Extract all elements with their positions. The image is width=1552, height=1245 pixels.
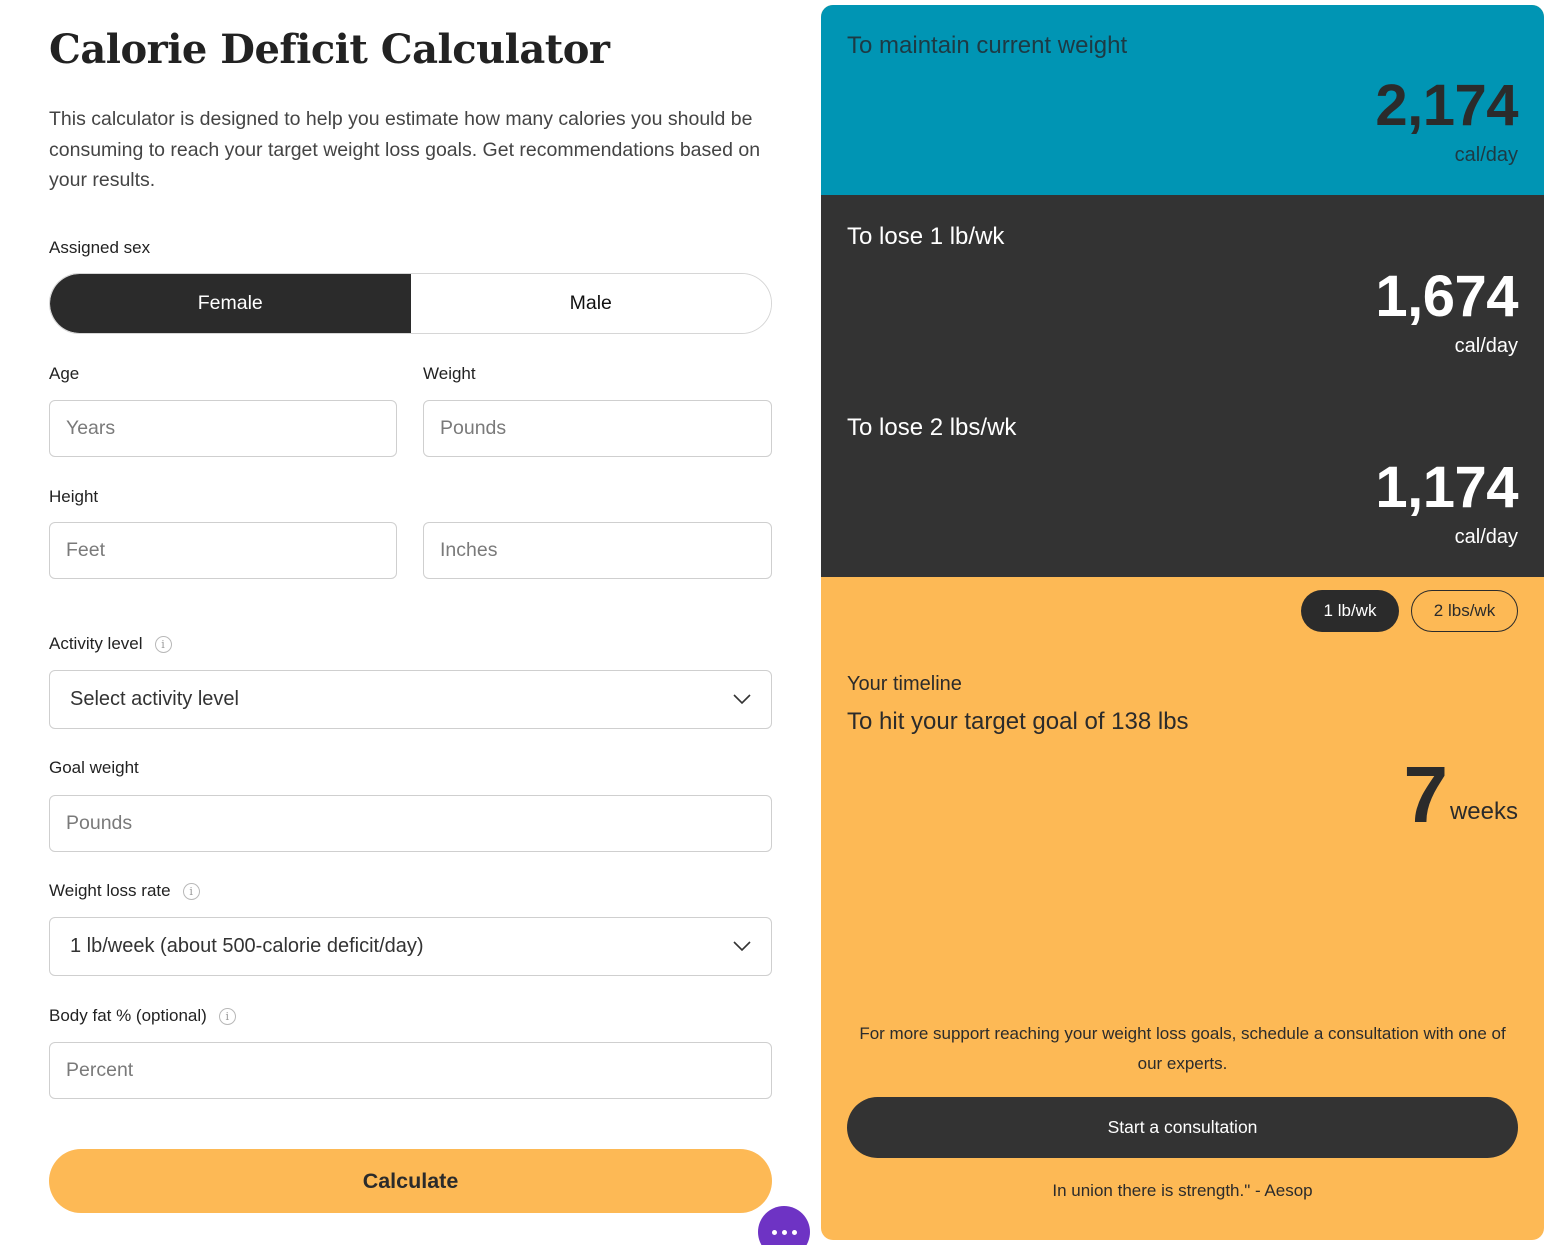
weight-label: Weight <box>423 364 476 384</box>
height-label: Height <box>49 487 98 507</box>
female-button[interactable]: Female <box>50 274 411 333</box>
goal-weight-input[interactable] <box>66 812 755 835</box>
intro-text: This calculator is designed to help you … <box>49 108 761 191</box>
maintain-panel: To maintain current weight 2,174 cal/day <box>821 5 1544 195</box>
weight-label-text: Weight <box>423 364 476 383</box>
goal-weight-label-text: Goal weight <box>49 758 139 777</box>
age-field[interactable] <box>49 400 397 457</box>
maintain-unit: cal/day <box>1454 144 1518 166</box>
rate-label-text: Weight loss rate <box>49 881 171 900</box>
dot <box>791 1229 797 1235</box>
goal-weight-label: Goal weight <box>49 758 139 778</box>
activity-select[interactable]: Select activity level <box>49 670 772 729</box>
height-feet-field[interactable] <box>49 522 397 579</box>
activity-select-value: Select activity level <box>70 688 239 710</box>
info-icon[interactable]: i <box>182 882 200 900</box>
age-label-text: Age <box>49 364 80 383</box>
lose-panel: To lose 1 lb/wk 1,674 cal/day To lose 2 … <box>821 195 1544 577</box>
dot <box>781 1229 787 1235</box>
calculate-button[interactable]: Calculate <box>49 1149 772 1213</box>
timeline-goal: To hit your target goal of 138 lbs <box>847 708 1189 735</box>
chevron-down-icon <box>733 694 751 705</box>
lose2-label: To lose 2 lbs/wk <box>847 414 1017 441</box>
weight-input[interactable] <box>440 417 755 440</box>
weeks-unit: weeks <box>1449 798 1518 825</box>
support-text: For more support reaching your weight lo… <box>859 1024 1506 1073</box>
rate-select-value: 1 lb/week (about 500-calorie deficit/day… <box>70 935 424 957</box>
height-feet-input[interactable] <box>66 539 380 562</box>
lose2-value: 1,174 <box>1375 455 1518 520</box>
dot <box>771 1229 777 1235</box>
rate-toggle-2lbs[interactable]: 2 lbs/wk <box>1411 590 1518 632</box>
body-fat-label: Body fat % (optional) i <box>49 1006 236 1026</box>
chevron-down-icon <box>733 941 751 952</box>
maintain-label: To maintain current weight <box>847 32 1128 59</box>
lose1-label: To lose 1 lb/wk <box>847 223 1005 250</box>
results-card: To maintain current weight 2,174 cal/day… <box>821 5 1544 1240</box>
info-icon[interactable]: i <box>218 1007 236 1025</box>
activity-label-text: Activity level <box>49 634 143 653</box>
page-title: Calorie Deficit Calculator <box>49 26 610 73</box>
rate-select[interactable]: 1 lb/week (about 500-calorie deficit/day… <box>49 917 772 976</box>
weight-field[interactable] <box>423 400 772 457</box>
sex-toggle: Female Male <box>49 273 772 334</box>
timeline-label: Your timeline <box>847 673 962 695</box>
info-icon[interactable]: i <box>154 635 172 653</box>
body-fat-field[interactable] <box>49 1042 772 1099</box>
sex-label: Assigned sex <box>49 238 150 258</box>
age-label: Age <box>49 364 79 384</box>
more-dots-icon[interactable] <box>758 1206 810 1245</box>
quote-text: In union there is strength." - Aesop <box>1052 1181 1313 1200</box>
goal-weight-field[interactable] <box>49 795 772 852</box>
rate-toggle-1lb[interactable]: 1 lb/wk <box>1301 590 1399 632</box>
height-label-text: Height <box>49 487 99 506</box>
lose1-value: 1,674 <box>1375 264 1518 329</box>
start-consultation-button[interactable]: Start a consultation <box>847 1097 1518 1158</box>
lose1-unit: cal/day <box>1454 335 1518 357</box>
lose2-unit: cal/day <box>1454 526 1518 548</box>
body-fat-label-text: Body fat % (optional) <box>49 1006 207 1025</box>
height-inches-field[interactable] <box>423 522 772 579</box>
age-input[interactable] <box>66 417 380 440</box>
activity-label: Activity level i <box>49 634 172 654</box>
male-button[interactable]: Male <box>410 274 771 333</box>
maintain-value: 2,174 <box>1375 73 1518 138</box>
height-inches-input[interactable] <box>440 539 755 562</box>
sex-label-text: Assigned sex <box>49 238 151 257</box>
rate-label: Weight loss rate i <box>49 881 200 901</box>
body-fat-input[interactable] <box>66 1059 755 1082</box>
weeks-value: 7 <box>1403 750 1449 839</box>
